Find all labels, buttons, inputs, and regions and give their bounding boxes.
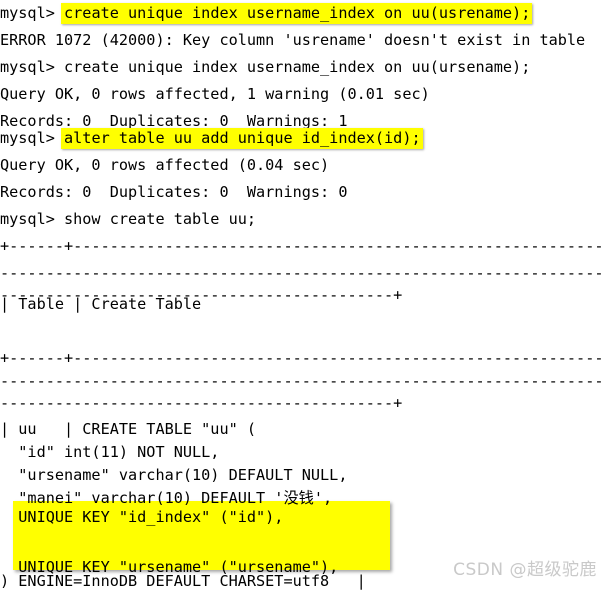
terminal-line: mysql> create unique index username_inde… [0,58,531,76]
terminal-line: Query OK, 0 rows affected, 1 warning (0.… [0,85,430,103]
terminal-line: Records: 0 Duplicates: 0 Warnings: 0 [0,183,348,201]
prompt-label: mysql> [0,129,65,147]
terminal-line: mysql> show create table uu; [0,210,257,228]
terminal-line: mysql> alter table uu add unique id_inde… [0,125,423,152]
highlighted-command-alter-table: alter table uu add unique id_index(id); [61,128,423,149]
terminal-line: mysql> create unique index username_inde… [0,0,533,27]
table-separator-wrap: ----------------------------------------… [0,394,403,412]
table-header-row: | Table | Create Table [0,295,202,313]
table-separator: +------+--------------------------------… [0,237,605,255]
terminal-line: Query OK, 0 rows affected (0.04 sec) [0,156,330,174]
mysql-terminal-window: mysql> create unique index username_inde… [0,0,605,596]
csdn-watermark: CSDN @超级驼鹿 [453,559,597,580]
table-separator-bottom: +------+--- [0,588,101,596]
highlighted-command-create-index: create unique index username_index on uu… [61,3,533,24]
prompt-label: mysql> [0,4,65,22]
ddl-unique-key-id-index: UNIQUE KEY "id_index" ("id"), [0,508,284,526]
terminal-line-error: ERROR 1072 (42000): Key column 'usrename… [0,31,586,49]
